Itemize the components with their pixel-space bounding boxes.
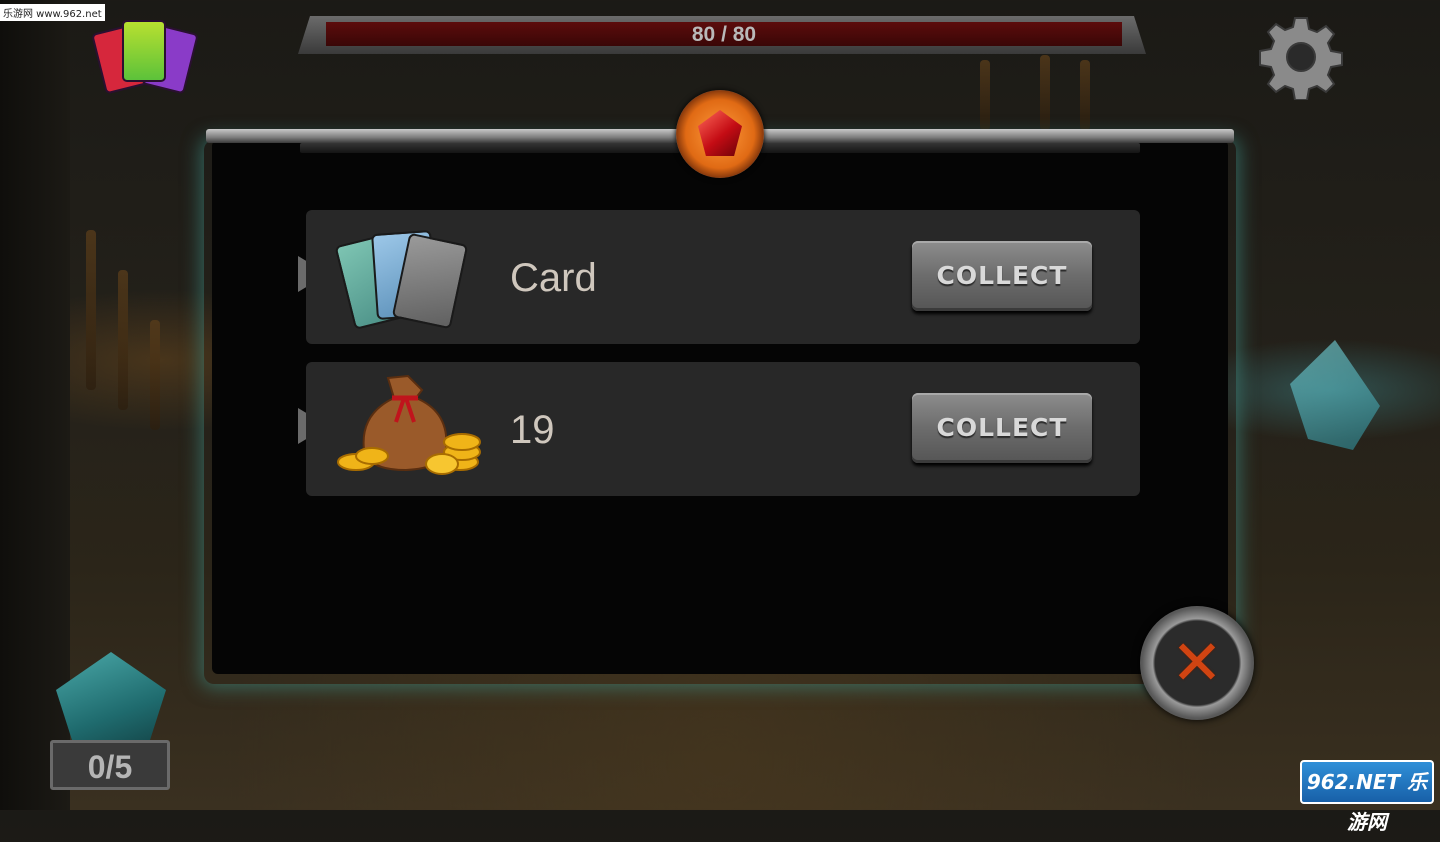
gear-icon-graphic [1259, 17, 1343, 101]
deck-card-green [122, 20, 166, 82]
background-stake [1080, 60, 1090, 130]
background-stake [86, 230, 96, 390]
close-x-icon[interactable]: ✕ [1140, 606, 1254, 720]
cards-icon [334, 226, 476, 330]
site-logo: 962.NET 乐游网 [1300, 760, 1434, 834]
background-stake [1040, 55, 1050, 130]
collect-gold-button[interactable]: COLLECT [912, 393, 1092, 463]
background-crystal [1290, 340, 1380, 450]
background-stake [980, 60, 990, 130]
gold-coins-bag-graphic [337, 374, 481, 475]
reward-amount: 19 [510, 408, 555, 452]
health-text: 80 / 80 [691, 23, 757, 46]
gear-icon[interactable] [1258, 14, 1344, 101]
collect-card-button[interactable]: COLLECT [912, 241, 1092, 311]
background-stake [118, 270, 128, 410]
gem-icon [56, 652, 166, 752]
site-watermark: 乐游网 www.962.net [0, 4, 105, 21]
gold-coins-bag-icon [326, 372, 486, 482]
card-deck-icon[interactable] [91, 14, 199, 95]
gem-counter: 0/5 [50, 740, 170, 790]
reward-label: Card [510, 256, 597, 300]
background-stake [150, 320, 160, 430]
